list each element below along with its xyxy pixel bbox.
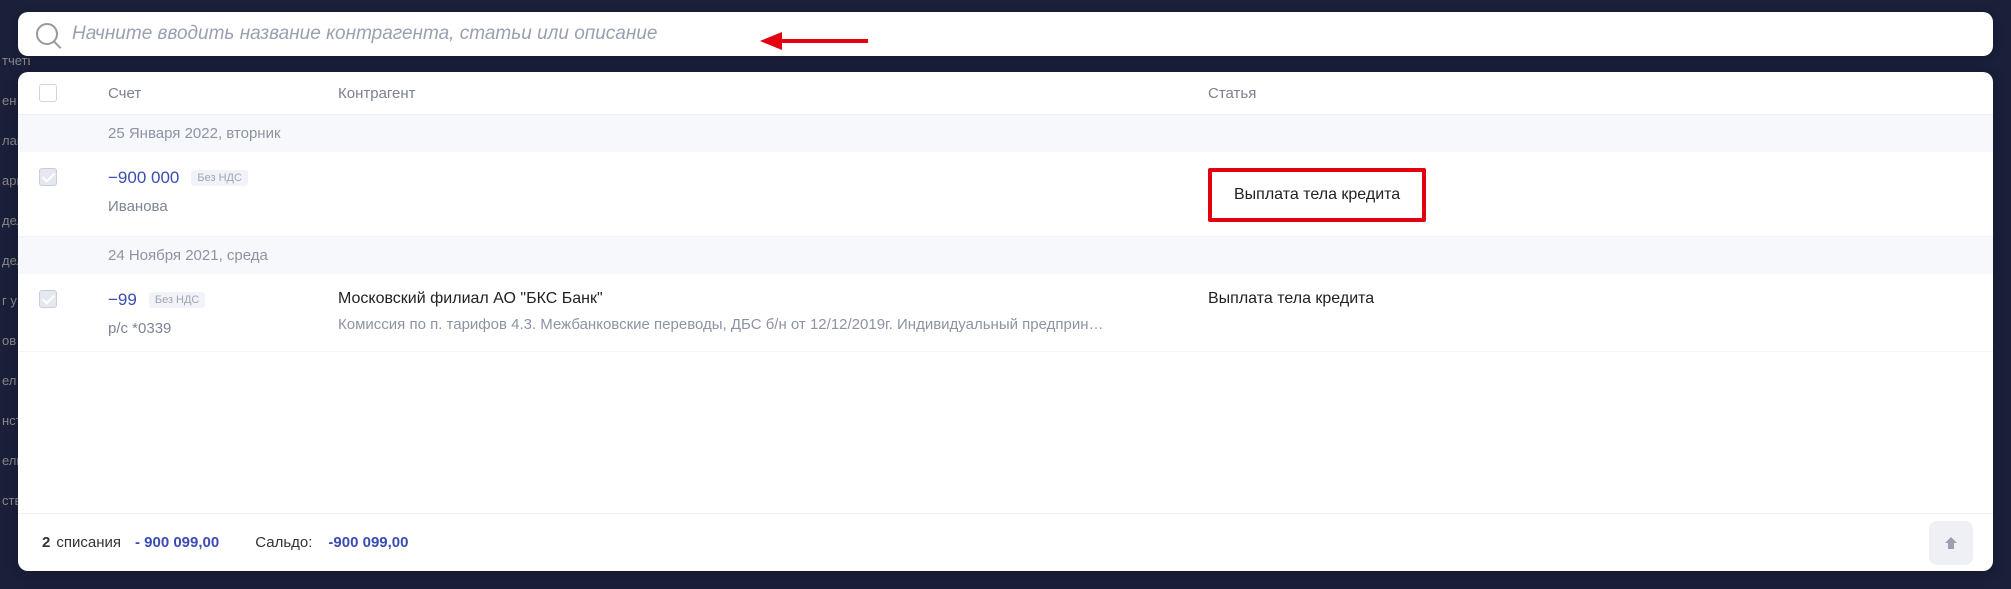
summary-footer: 2 списания - 900 099,00 Сальдо: -900 099… <box>18 513 1993 571</box>
balance-label: Сальдо: <box>255 534 312 551</box>
date-group-header: 25 Января 2022, вторник <box>18 115 1993 152</box>
annotation-highlight-box: Выплата тела кредита <box>1208 168 1426 222</box>
balance-value: -900 099,00 <box>328 534 408 551</box>
vat-badge: Без НДС <box>191 170 248 186</box>
article-value: Выплата тела кредита <box>1234 186 1400 203</box>
search-bar <box>18 12 1993 56</box>
transactions-panel: Счет Контрагент Статья 25 Января 2022, в… <box>18 72 1993 571</box>
counterparty-description: Комиссия по п. тарифов 4.3. Межбанковски… <box>338 316 1178 333</box>
vat-badge: Без НДС <box>149 292 206 308</box>
writeoff-count: 2 <box>42 534 50 551</box>
arrow-up-icon <box>1941 533 1961 553</box>
account-sublabel: Иванова <box>108 198 338 215</box>
column-header-account[interactable]: Счет <box>78 85 338 102</box>
table-row[interactable]: −99 Без НДС р/с *0339Московский филиал АО … <box>18 274 1993 352</box>
scroll-to-top-button[interactable] <box>1929 521 1973 565</box>
row-checkbox[interactable] <box>39 290 57 308</box>
table-header: Счет Контрагент Статья <box>18 72 1993 115</box>
writeoff-count-label: списания <box>56 534 121 551</box>
table-row[interactable]: −900 000 Без НДС Иванова Выплата тела креди… <box>18 152 1993 237</box>
transaction-amount: −900 000 <box>108 168 179 188</box>
account-sublabel: р/с *0339 <box>108 320 338 337</box>
date-group-header: 24 Ноября 2021, среда <box>18 237 1993 274</box>
column-header-article[interactable]: Статья <box>1208 85 1993 102</box>
column-header-counterparty[interactable]: Контрагент <box>338 85 1208 102</box>
row-checkbox[interactable] <box>39 168 57 186</box>
article-value: Выплата тела кредита <box>1208 290 1374 307</box>
search-icon <box>36 23 58 45</box>
search-input[interactable] <box>72 23 1975 45</box>
select-all-checkbox[interactable] <box>39 84 57 102</box>
writeoff-total: - 900 099,00 <box>135 534 219 551</box>
transaction-amount: −99 <box>108 290 137 310</box>
counterparty-name: Московский филиал АО "БКС Банк" <box>338 290 1208 308</box>
